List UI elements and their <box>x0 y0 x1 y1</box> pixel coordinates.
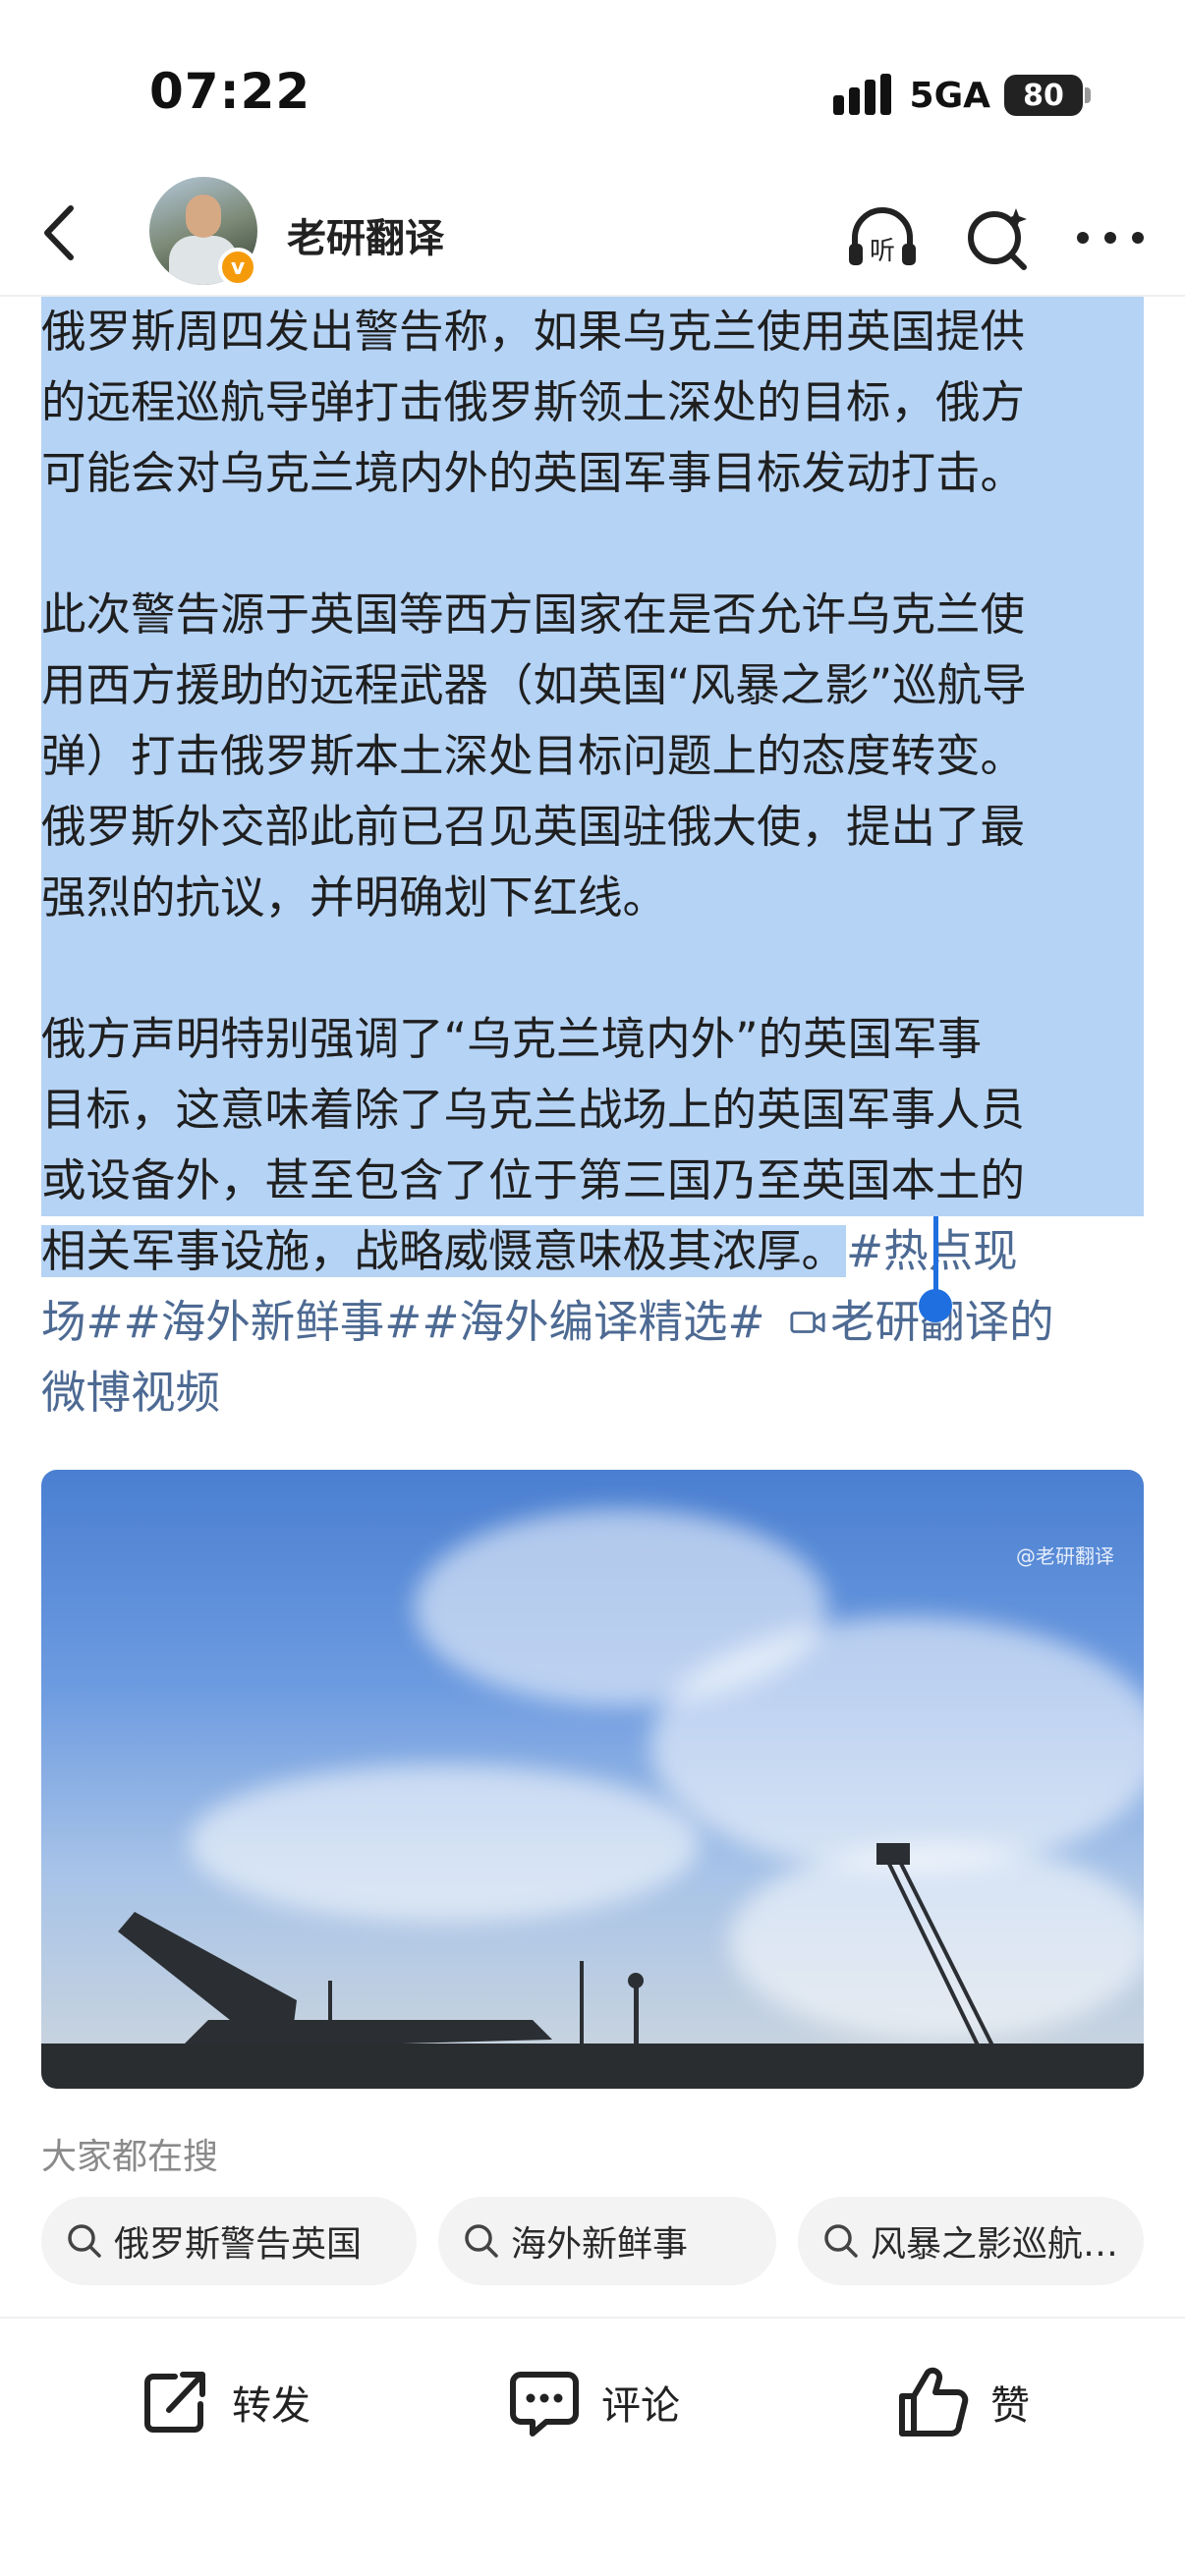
comment-button[interactable]: 评论 <box>505 2358 680 2446</box>
battery-icon: 80 <box>1004 75 1091 116</box>
like-button[interactable]: 赞 <box>894 2358 1030 2446</box>
status-time: 07:22 <box>149 63 311 120</box>
search-chip-label: 海外新鲜事 <box>511 2224 689 2265</box>
post-text-line: 俄罗斯外交部此前已召见英国驻俄大使，提出了最 <box>41 801 1026 853</box>
author-name[interactable]: 老研翻译 <box>287 206 444 263</box>
post-text-line: 此次警告源于英国等西方国家在是否允许乌克兰使 <box>41 588 1026 641</box>
post-text-line: 俄罗斯周四发出警告称，如果乌克兰使用英国提供 <box>41 306 1026 358</box>
video-thumbnail[interactable]: @老研翻译 <box>41 1470 1144 2089</box>
post-text-line: 可能会对乌克兰境内外的英国军事目标发动打击。 <box>41 447 1026 499</box>
svg-text:听: 听 <box>870 237 895 266</box>
video-link[interactable]: 老研翻译的 <box>779 1296 1054 1348</box>
search-chip[interactable]: 俄罗斯警告英国 <box>41 2197 417 2285</box>
battery-level: 80 <box>1023 78 1064 113</box>
trending-search-label: 大家都在搜 <box>41 2137 219 2177</box>
post-text-line: 弹）打击俄罗斯本土深处目标问题上的态度转变。 <box>41 730 1026 782</box>
status-bar: 07:22 5GA 80 <box>0 0 1185 187</box>
share-icon <box>144 2372 205 2433</box>
selected-text-end: 相关军事设施，战略威慑意味极其浓厚。 <box>41 1225 847 1277</box>
repost-label: 转发 <box>232 2383 310 2429</box>
search-icon <box>465 2224 498 2258</box>
post-text-line: 俄方声明特别强调了“乌克兰境内外”的英国军事 <box>41 1013 983 1065</box>
post-text-line: 目标，这意味着除了乌克兰战场上的英国军事人员 <box>41 1084 1026 1136</box>
search-chip-label: 俄罗斯警告英国 <box>114 2224 363 2265</box>
search-chip[interactable]: 风暴之影巡航… <box>798 2197 1144 2285</box>
post-text-line <box>41 933 1144 1004</box>
verified-badge-icon: v <box>218 248 257 287</box>
post-text-line: 或设备外，甚至包含了位于第三国乃至英国本土的 <box>41 1154 1026 1206</box>
comment-label: 评论 <box>601 2383 680 2429</box>
signal-icon <box>832 74 896 117</box>
search-icon <box>68 2224 101 2258</box>
search-chip-label: 风暴之影巡航… <box>871 2224 1119 2265</box>
post-text-line: 的远程巡航导弹打击俄罗斯领土深处的目标，俄方 <box>41 376 1026 428</box>
video-scene <box>61 1843 1001 2061</box>
search-icon <box>824 2224 858 2258</box>
like-label: 赞 <box>990 2383 1030 2429</box>
selection-handle-bar[interactable] <box>933 1216 938 1297</box>
video-link-text-cont[interactable]: 微博视频 <box>41 1367 220 1419</box>
more-options-icon[interactable] <box>1071 198 1150 277</box>
video-camera-icon <box>790 1312 825 1333</box>
hashtag-link[interactable]: #热点现 <box>846 1225 1018 1277</box>
repost-button[interactable]: 转发 <box>136 2358 310 2446</box>
back-arrow-icon[interactable] <box>28 198 96 267</box>
post-text-line <box>41 509 1144 580</box>
hashtag-links[interactable]: 场##海外新鲜事##海外编译精选# <box>41 1296 765 1348</box>
video-ground <box>41 2044 1144 2089</box>
comment-icon <box>510 2372 579 2436</box>
post-text-line: 用西方援助的远程武器（如英国“风暴之影”巡航导 <box>41 659 1027 711</box>
search-chip[interactable]: 海外新鲜事 <box>438 2197 776 2285</box>
thumbs-up-icon <box>899 2367 969 2436</box>
post-text-line: 强烈的抗议，并明确划下红线。 <box>41 871 668 924</box>
listen-headphones-icon[interactable]: 听 <box>843 198 922 277</box>
trending-search-chips: 俄罗斯警告英国 海外新鲜事 风暴之影巡航… <box>41 2197 1152 2287</box>
action-bar-divider <box>0 2317 1185 2319</box>
search-icon[interactable] <box>959 198 1038 277</box>
top-nav: v 老研翻译 听 <box>0 177 1185 295</box>
network-type: 5GA <box>909 75 990 116</box>
post-body[interactable]: 俄罗斯周四发出警告称，如果乌克兰使用英国提供 的远程巡航导弹打击俄罗斯领土深处的目… <box>41 297 1144 1428</box>
selection-handle[interactable] <box>919 1289 952 1322</box>
status-indicators: 5GA 80 <box>832 71 1091 120</box>
